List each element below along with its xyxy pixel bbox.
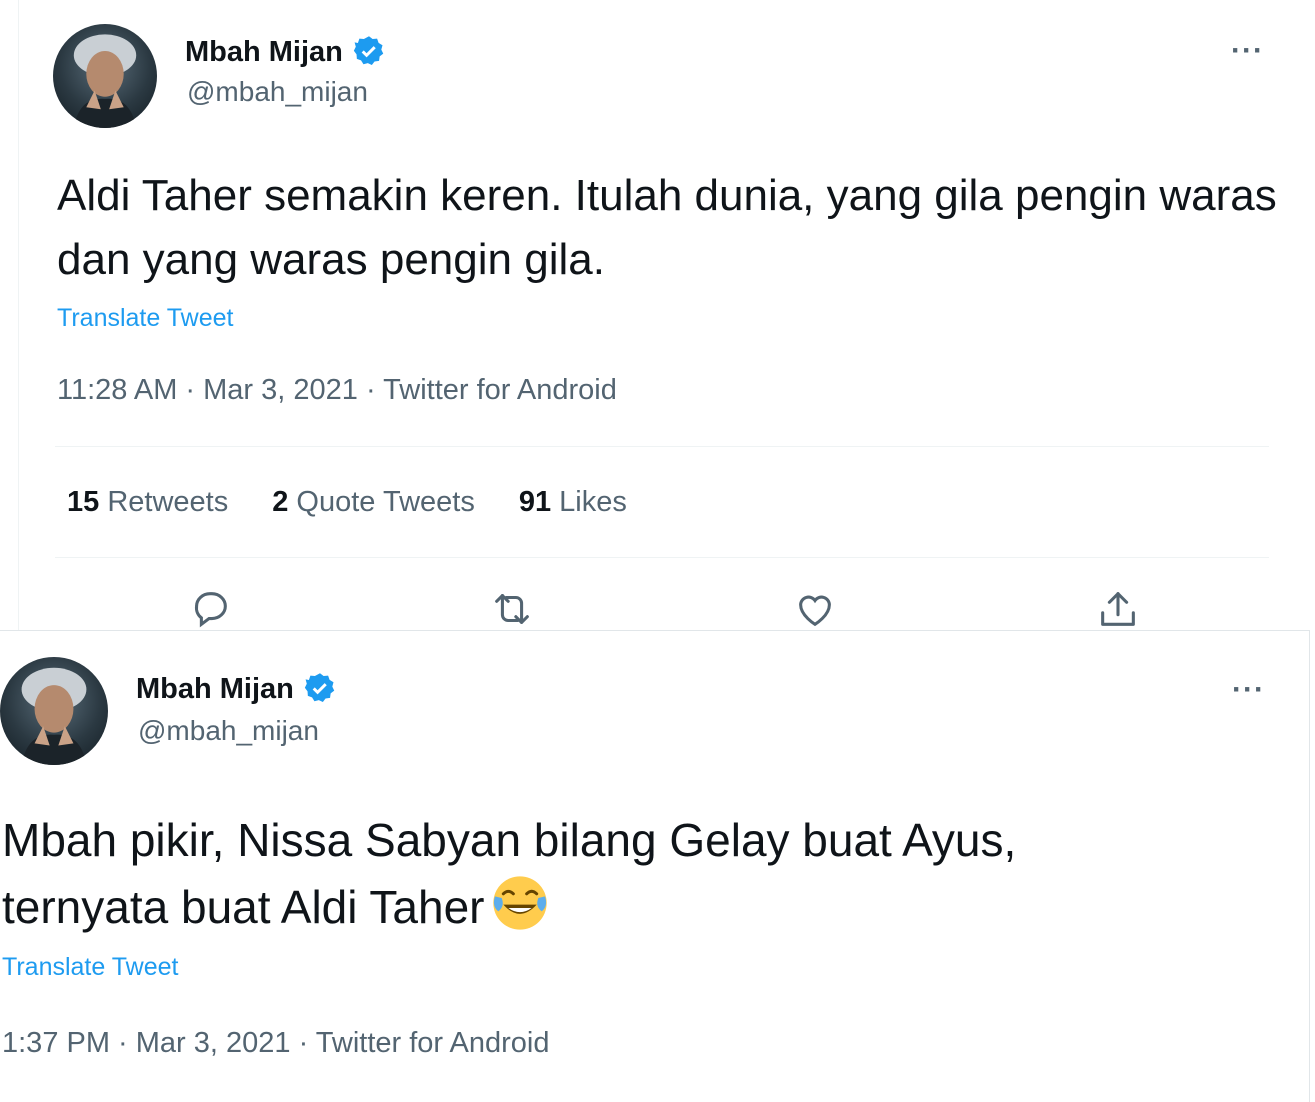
retweets-count: 15 (67, 486, 100, 518)
tweet-text-line-1: Mbah pikir, Nissa Sabyan bilang Gelay bu… (2, 814, 1017, 866)
quotes-count: 2 (272, 486, 289, 518)
tweet-text-line-2: ternyata buat Aldi Taher (2, 873, 1282, 940)
more-options-icon[interactable]: ··· (1231, 36, 1264, 66)
tweet-timestamp-source[interactable]: 1:37 PM · Mar 3, 2021 · Twitter for Andr… (2, 1027, 550, 1060)
tweet-timestamp-source[interactable]: 11:28 AM · Mar 3, 2021 · Twitter for And… (57, 374, 617, 407)
face-with-tears-of-joy-icon (490, 873, 550, 933)
translate-tweet-link[interactable]: Translate Tweet (2, 953, 178, 982)
author-name-text[interactable]: Mbah Mijan (136, 673, 294, 706)
reply-icon[interactable] (187, 586, 233, 632)
retweet-icon[interactable] (489, 586, 535, 632)
share-icon[interactable] (1095, 586, 1141, 632)
avatar[interactable] (53, 24, 157, 128)
more-options-icon[interactable]: ··· (1232, 675, 1265, 705)
verified-badge-icon (302, 671, 338, 707)
likes-label: Likes (559, 486, 627, 518)
tweet-1: Mbah Mijan @mbah_mijan ··· Aldi Taher se… (18, 0, 1315, 630)
translate-tweet-link[interactable]: Translate Tweet (57, 304, 233, 333)
tweet-text: Mbah pikir, Nissa Sabyan bilang Gelay bu… (2, 807, 1282, 940)
avatar[interactable] (0, 657, 108, 765)
author-name-text[interactable]: Mbah Mijan (185, 36, 343, 69)
tweet-text-line-2-text: ternyata buat Aldi Taher (2, 881, 485, 933)
like-icon[interactable] (792, 586, 838, 632)
tweet-text: Aldi Taher semakin keren. Itulah dunia, … (57, 171, 1277, 284)
quotes-label: Quote Tweets (296, 486, 475, 518)
engagement-stats: 15 Retweets 2 Quote Tweets 91 Likes (67, 486, 627, 519)
quote-tweets-stat[interactable]: 2 Quote Tweets (272, 486, 475, 519)
retweets-stat[interactable]: 15 Retweets (67, 486, 228, 519)
likes-stat[interactable]: 91 Likes (519, 486, 627, 519)
tweet-2: Mbah Mijan @mbah_mijan ··· Mbah pikir, N… (0, 630, 1310, 1102)
likes-count: 91 (518, 486, 552, 518)
author-name[interactable]: Mbah Mijan (185, 34, 387, 70)
retweets-label: Retweets (107, 486, 229, 518)
author-handle[interactable]: @mbah_mijan (187, 76, 368, 108)
verified-badge-icon (351, 34, 387, 70)
divider (55, 557, 1269, 558)
author-name[interactable]: Mbah Mijan (136, 671, 338, 707)
divider (55, 446, 1269, 447)
author-handle[interactable]: @mbah_mijan (138, 715, 319, 747)
